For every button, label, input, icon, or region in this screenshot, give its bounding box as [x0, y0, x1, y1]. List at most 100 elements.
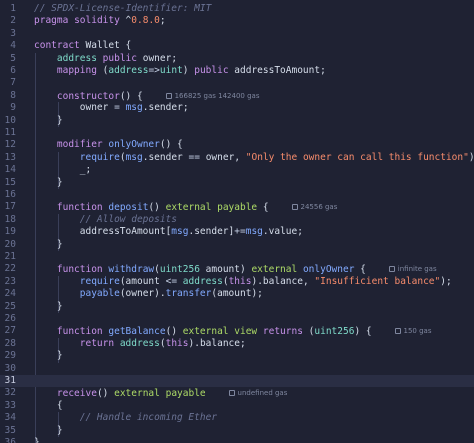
- code-line[interactable]: 11: [0, 127, 474, 139]
- code-line[interactable]: 32 receive() external payable undefined …: [0, 387, 474, 399]
- code-line[interactable]: 16: [0, 189, 474, 201]
- code-token: address: [182, 275, 223, 287]
- code-line[interactable]: 8 constructor() { 166825 gas 142400 gas: [0, 90, 474, 102]
- code-line[interactable]: 33 {: [0, 400, 474, 412]
- code-line[interactable]: 24 payable(owner).transfer(amount);: [0, 288, 474, 300]
- code-token: sender: [148, 102, 183, 114]
- line-number: 20: [4, 238, 16, 250]
- code-text: // Allow deposits: [34, 214, 177, 226]
- code-line[interactable]: 17 function deposit() external payable {…: [0, 201, 474, 213]
- code-line[interactable]: 31: [0, 375, 474, 388]
- line-number: 1: [10, 3, 16, 14]
- code-text: // SPDX-License-Identifier: MIT: [34, 3, 211, 15]
- code-token: solidity: [74, 15, 120, 27]
- code-token: addressToAmount: [234, 65, 321, 76]
- code-line[interactable]: 4 contract Wallet {: [0, 40, 474, 52]
- code-token: addressToAmount: [79, 226, 166, 238]
- line-number: 29: [4, 350, 16, 362]
- code-line[interactable]: 34 // Handle incoming Ether: [0, 412, 474, 424]
- lens-gap: [206, 388, 229, 399]
- code-token: value: [268, 226, 298, 238]
- lens-gap: [269, 202, 292, 213]
- code-token: // Handle incoming Ether: [79, 412, 218, 424]
- code-token: ) {: [354, 326, 372, 338]
- code-token: pragma: [34, 15, 69, 27]
- line-number: 34: [4, 412, 16, 424]
- code-text: require(amount <= address(this).balance,…: [34, 276, 452, 288]
- line-number: 24: [4, 288, 16, 300]
- gas-estimate-lens[interactable]: 166825 gas 142400 gas: [165, 92, 259, 100]
- code-token: ;: [85, 164, 92, 176]
- code-token: deposit: [108, 202, 149, 214]
- code-line[interactable]: 3: [0, 28, 474, 40]
- code-line[interactable]: 10 }: [0, 115, 474, 127]
- code-token: ): [182, 65, 195, 76]
- code-text: require(msg.sender == owner, "Only the o…: [34, 152, 474, 164]
- code-token: }: [34, 437, 40, 443]
- code-token: payable: [165, 388, 206, 400]
- code-editor[interactable]: 1 // SPDX-License-Identifier: MIT 2 pragma …: [0, 0, 474, 443]
- code-text: function deposit() external payable { 24…: [34, 201, 337, 214]
- code-line[interactable]: 6 mapping (address=>uint) public address…: [0, 65, 474, 77]
- code-line[interactable]: 21: [0, 251, 474, 263]
- code-text: }: [34, 301, 63, 313]
- line-number: 16: [4, 189, 16, 200]
- line-number: 5: [10, 52, 16, 64]
- code-line[interactable]: 36}: [0, 437, 474, 443]
- code-token: balance: [199, 337, 240, 349]
- code-line[interactable]: 9 owner = msg.sender;: [0, 102, 474, 114]
- code-line[interactable]: 28 return address(this).balance;: [0, 338, 474, 350]
- code-token: (): [165, 326, 183, 338]
- code-line[interactable]: 19 addressToAmount[msg.sender]+=msg.valu…: [0, 226, 474, 238]
- code-text: {: [34, 400, 63, 412]
- gas-estimate-lens[interactable]: undefined gas: [228, 389, 288, 398]
- code-line[interactable]: 22 function withdraw(uint256 amount) ext…: [0, 263, 474, 275]
- gas-estimate-lens[interactable]: 24556 gas: [291, 203, 337, 211]
- code-token: require: [79, 275, 120, 287]
- code-line[interactable]: 5 address public owner;: [0, 53, 474, 65]
- code-line[interactable]: 14 _;: [0, 164, 474, 176]
- code-line[interactable]: 26: [0, 313, 474, 325]
- code-token: Wallet: [85, 40, 120, 52]
- code-line[interactable]: 1 // SPDX-License-Identifier: MIT: [0, 3, 474, 15]
- gas-estimate-lens[interactable]: 150 gas: [394, 327, 431, 335]
- line-number: 19: [4, 226, 16, 238]
- code-token: ).: [188, 337, 200, 349]
- code-token: {: [34, 399, 63, 411]
- code-token: <=: [165, 275, 178, 287]
- code-token: payable: [79, 288, 120, 300]
- gas-pump-icon: [394, 328, 401, 335]
- code-token: uint256: [159, 264, 200, 276]
- code-token: uint256: [314, 326, 355, 338]
- lens-gap: [366, 264, 389, 275]
- code-line[interactable]: 23 require(amount <= address(this).balan…: [0, 276, 474, 288]
- code-line[interactable]: 12 modifier onlyOwner() {: [0, 139, 474, 151]
- code-text: }: [34, 239, 63, 251]
- code-token: address: [56, 52, 97, 64]
- code-line[interactable]: 2 pragma solidity ^0.8.0;: [0, 15, 474, 27]
- code-token: onlyOwner: [108, 139, 160, 151]
- code-token: function: [56, 202, 103, 214]
- code-token: () {: [159, 139, 183, 151]
- line-number: 26: [4, 313, 16, 324]
- line-number: 23: [4, 275, 16, 287]
- code-line[interactable]: 15 }: [0, 177, 474, 189]
- code-line[interactable]: 29 }: [0, 350, 474, 362]
- code-line[interactable]: 7: [0, 77, 474, 89]
- code-line[interactable]: 13 require(msg.sender == owner, "Only th…: [0, 152, 474, 164]
- code-line[interactable]: 27 function getBalance() external view r…: [0, 325, 474, 337]
- code-token: external: [182, 326, 229, 338]
- code-line[interactable]: 25 }: [0, 301, 474, 313]
- code-line[interactable]: 30: [0, 363, 474, 375]
- line-number: 7: [10, 77, 16, 89]
- gas-estimate-text: undefined gas: [237, 389, 288, 398]
- code-line[interactable]: 35 }: [0, 425, 474, 437]
- code-token: balance: [262, 275, 303, 287]
- code-line[interactable]: 18 // Allow deposits: [0, 214, 474, 226]
- code-line[interactable]: 20 }: [0, 239, 474, 251]
- code-token: amount: [217, 288, 252, 300]
- gas-estimate-lens[interactable]: infinite gas: [388, 265, 437, 273]
- code-token: {: [119, 40, 132, 52]
